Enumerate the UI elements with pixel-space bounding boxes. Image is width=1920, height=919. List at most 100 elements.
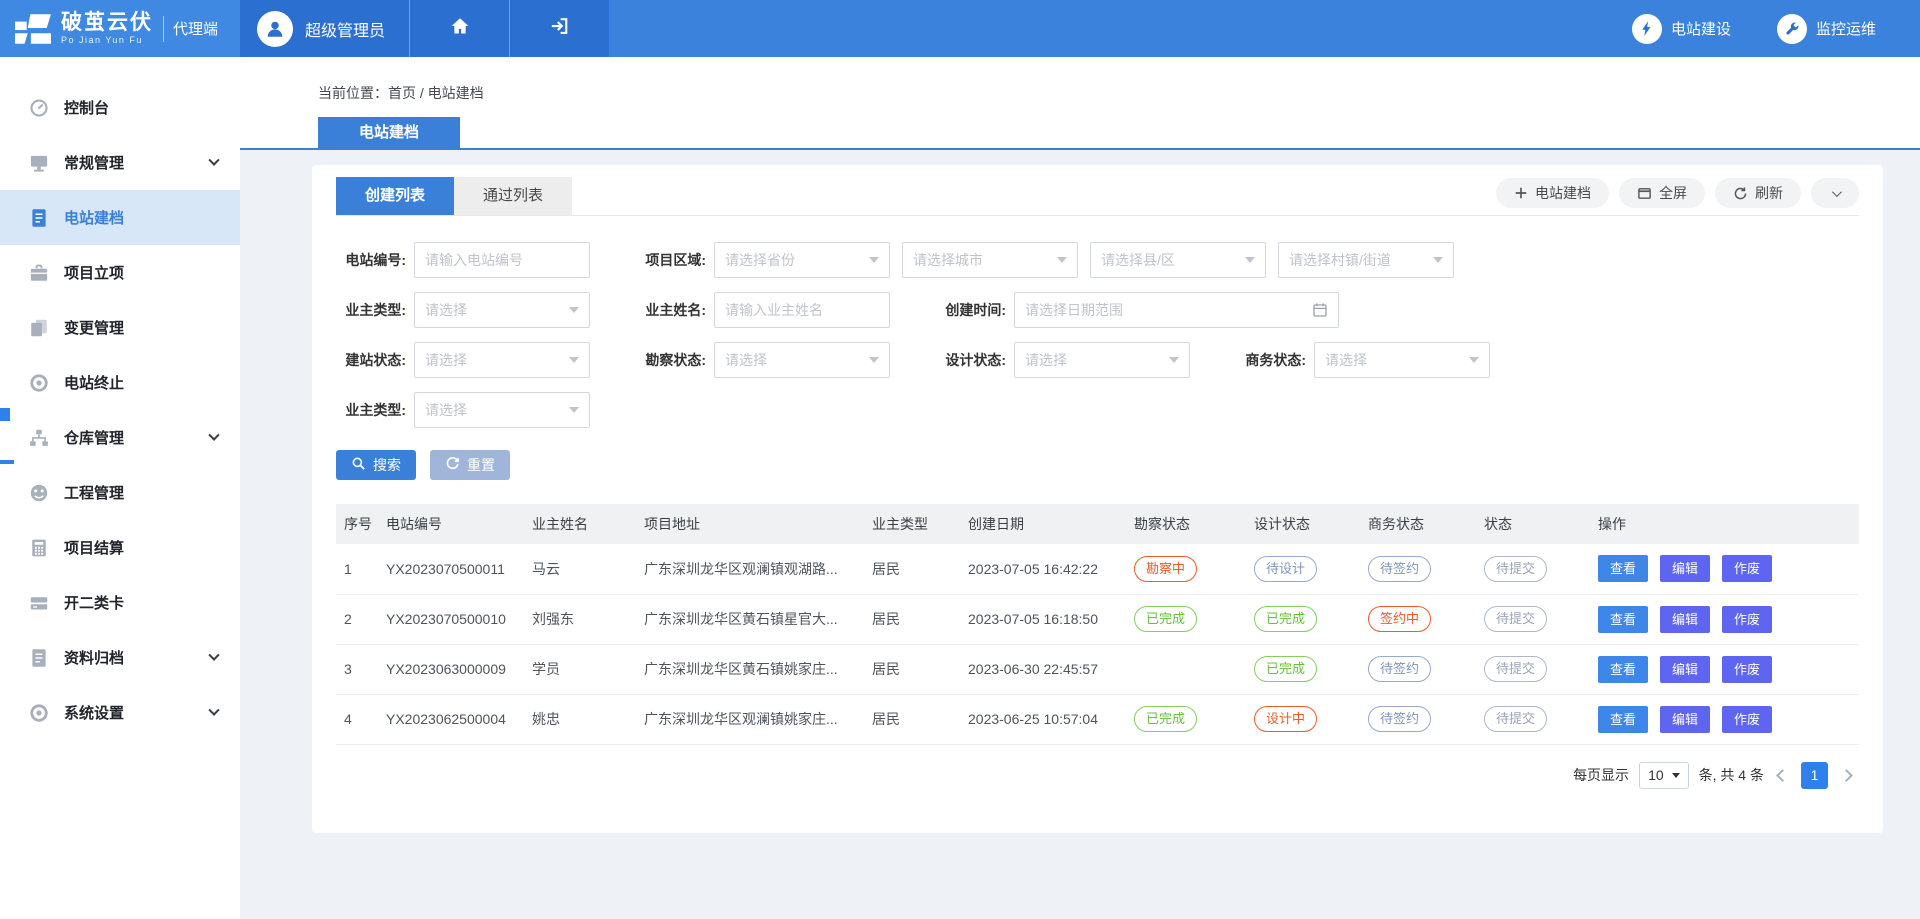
prev-page-button[interactable] (1776, 769, 1789, 782)
filter-select[interactable]: 请选择城市 (902, 242, 1078, 278)
view-button[interactable]: 查看 (1598, 656, 1648, 683)
document-icon (29, 648, 49, 668)
cell-survey-status: 勘察中 (1126, 544, 1246, 594)
filter-input[interactable]: 请输入业主姓名 (714, 292, 890, 328)
reset-button[interactable]: 重置 (430, 450, 510, 480)
chevron-down-icon (208, 154, 219, 165)
sidebar-item-general-management[interactable]: 常规管理 (0, 135, 240, 190)
edit-button[interactable]: 编辑 (1660, 656, 1710, 683)
filter-select[interactable]: 请选择村镇/街道 (1278, 242, 1454, 278)
edit-button[interactable]: 编辑 (1660, 555, 1710, 582)
list-panel: 创建列表通过列表 电站建档 全屏 刷新 电站编号:请输入电站编号项目区域:请选择… (312, 165, 1883, 833)
sidebar-item-data-archive[interactable]: 资料归档 (0, 630, 240, 685)
sidebar-item-second-type-card[interactable]: 开二类卡 (0, 575, 240, 630)
station-table: 序号电站编号业主姓名项目地址业主类型创建日期勘察状态设计状态商务状态状态操作 1… (336, 504, 1859, 745)
column-header: 状态 (1476, 504, 1590, 544)
filter-label: 电站编号: (336, 250, 414, 270)
cell-created-date: 2023-07-05 16:18:50 (960, 594, 1126, 644)
sidebar-item-project-settlement[interactable]: 项目结算 (0, 520, 240, 575)
toolbar-plus-button[interactable]: 电站建档 (1496, 178, 1609, 208)
user-menu[interactable]: 超级管理员 (240, 0, 409, 57)
top-bar: 破茧云伏 Po Jian Yun Fu 代理端 超级管理员 电站建设 (0, 0, 1920, 57)
sidebar-item-change-management[interactable]: 变更管理 (0, 300, 240, 355)
table-row: 1 YX2023070500011 马云 广东深圳龙华区观澜镇观湖路... 居民… (336, 544, 1859, 594)
briefcase-icon (29, 263, 49, 283)
column-header: 商务状态 (1360, 504, 1476, 544)
cell-survey-status (1126, 644, 1246, 694)
page-number-current[interactable]: 1 (1801, 762, 1828, 789)
toolbar-refresh-button[interactable]: 刷新 (1715, 178, 1801, 208)
survey-status-badge: 勘察中 (1134, 556, 1197, 582)
view-button[interactable]: 查看 (1598, 555, 1648, 582)
void-button[interactable]: 作废 (1722, 656, 1772, 683)
logout-button[interactable] (509, 0, 609, 57)
search-icon (351, 456, 366, 474)
sidebar-item-station-archive[interactable]: 电站建档 (0, 190, 240, 245)
next-page-button[interactable] (1840, 769, 1853, 782)
view-button[interactable]: 查看 (1598, 706, 1648, 733)
void-button[interactable]: 作废 (1722, 555, 1772, 582)
quick-links: 电站建设 监控运维 (1632, 0, 1920, 57)
home-button[interactable] (409, 0, 509, 57)
tab-approved-list[interactable]: 通过列表 (454, 177, 572, 215)
sidebar-item-console[interactable]: 控制台 (0, 80, 240, 135)
business-status-badge: 签约中 (1368, 606, 1431, 632)
cell-business-status: 待签约 (1360, 644, 1476, 694)
cell-address: 广东深圳龙华区黄石镇星官大... (636, 594, 864, 644)
cell-survey-status: 已完成 (1126, 694, 1246, 744)
filter-label: 建站状态: (336, 350, 414, 370)
chevron-down-icon (1469, 357, 1479, 363)
chevron-down-icon (1672, 773, 1680, 778)
filter-select[interactable]: 请选择 (414, 342, 590, 378)
filter-select[interactable]: 请选择 (714, 342, 890, 378)
survey-status-badge: 已完成 (1134, 606, 1197, 632)
design-status-badge: 已完成 (1254, 656, 1317, 682)
sidebar-item-project-initiation[interactable]: 项目立项 (0, 245, 240, 300)
sidebar-item-station-termination[interactable]: 电站终止 (0, 355, 240, 410)
cell-owner-name: 姚忠 (524, 694, 636, 744)
per-page-select[interactable]: 10 (1639, 762, 1689, 789)
filter-select[interactable]: 请选择 (1314, 342, 1490, 378)
edit-button[interactable]: 编辑 (1660, 606, 1710, 633)
design-status-badge: 已完成 (1254, 606, 1317, 632)
filter-select[interactable]: 请选择省份 (714, 242, 890, 278)
sidebar-item-label: 变更管理 (64, 317, 124, 338)
search-button-label: 搜索 (373, 455, 401, 475)
filter-label: 业主姓名: (636, 300, 714, 320)
void-button[interactable]: 作废 (1722, 706, 1772, 733)
page-tab-station-archive[interactable]: 电站建档 (318, 117, 460, 148)
cell-design-status: 待设计 (1246, 544, 1360, 594)
breadcrumb-label: 当前位置： (318, 85, 388, 101)
filter-select[interactable]: 请选择 (414, 392, 590, 428)
sidebar-item-label: 电站建档 (64, 207, 124, 228)
plus-icon (1514, 186, 1528, 200)
view-button[interactable]: 查看 (1598, 606, 1648, 633)
cell-actions: 查看编辑作废 (1590, 594, 1859, 644)
quick-link-lightning[interactable]: 电站建设 (1632, 14, 1731, 44)
toolbar-collapse-button[interactable] (1811, 178, 1859, 208)
filter-select[interactable]: 请选择 (414, 292, 590, 328)
sidebar-item-system-settings[interactable]: 系统设置 (0, 685, 240, 740)
cell-index: 4 (336, 694, 378, 744)
cell-design-status: 已完成 (1246, 594, 1360, 644)
business-status-badge: 待签约 (1368, 706, 1431, 732)
edit-button[interactable]: 编辑 (1660, 706, 1710, 733)
sidebar-item-warehouse-management[interactable]: 仓库管理 (0, 410, 240, 465)
sidebar-item-engineering[interactable]: 工程管理 (0, 465, 240, 520)
quick-link-wrench[interactable]: 监控运维 (1777, 14, 1876, 44)
cell-business-status: 签约中 (1360, 594, 1476, 644)
cell-owner-type: 居民 (864, 594, 960, 644)
tab-create-list[interactable]: 创建列表 (336, 177, 454, 215)
filter-select[interactable]: 请选择 (1014, 342, 1190, 378)
void-button[interactable]: 作废 (1722, 606, 1772, 633)
search-button[interactable]: 搜索 (336, 450, 416, 480)
filter-select[interactable]: 请选择县/区 (1090, 242, 1266, 278)
breadcrumb-path[interactable]: 首页 / 电站建档 (388, 85, 484, 101)
filter-input[interactable]: 请输入电站编号 (414, 242, 590, 278)
toolbar-fullscreen-button[interactable]: 全屏 (1619, 178, 1705, 208)
cell-owner-type: 居民 (864, 694, 960, 744)
list-tabs: 创建列表通过列表 (336, 177, 572, 215)
filter-date-range[interactable]: 请选择日期范围 (1014, 292, 1339, 328)
cell-created-date: 2023-07-05 16:42:22 (960, 544, 1126, 594)
column-header: 项目地址 (636, 504, 864, 544)
